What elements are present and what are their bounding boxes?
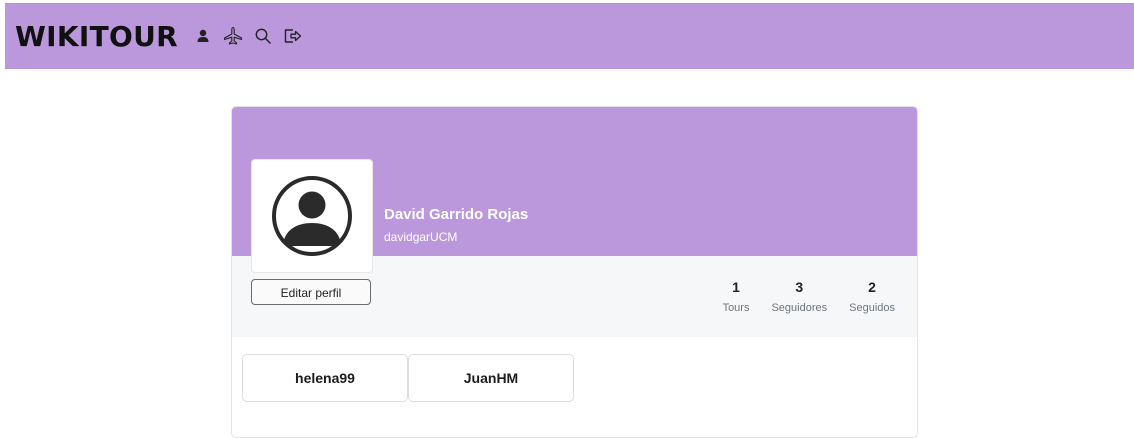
airplane-icon[interactable] [222,25,244,47]
edit-profile-button[interactable]: Editar perfil [251,279,371,305]
brand-logo[interactable]: WIKITOUR [15,20,178,53]
following-list: helena99 JuanHM [242,354,574,402]
stat-tours[interactable]: 1 Tours [723,278,750,314]
user-circle-icon [272,176,352,256]
logout-icon[interactable] [282,25,304,47]
profile-card: David Garrido Rojas davidgarUCM Editar p… [231,106,918,438]
following-user-card[interactable]: JuanHM [408,354,574,402]
stat-label: Seguidos [849,302,895,314]
stat-value: 1 [732,279,740,295]
profile-username: davidgarUCM [384,230,458,244]
avatar [251,159,373,273]
navbar: WIKITOUR [5,3,1134,69]
search-icon[interactable] [252,25,274,47]
stat-label: Tours [722,302,750,314]
profile-name: David Garrido Rojas [384,206,529,223]
person-icon[interactable] [192,25,214,47]
nav-icons [192,25,304,47]
stat-followers[interactable]: 3 Seguidores [771,278,827,314]
stat-value: 2 [868,279,876,295]
following-user-card[interactable]: helena99 [242,354,408,402]
stat-following[interactable]: 2 Seguidos [849,278,895,314]
profile-stats: 1 Tours 3 Seguidores 2 Seguidos [723,278,895,314]
stat-label: Seguidores [771,302,828,314]
stat-value: 3 [795,279,804,295]
